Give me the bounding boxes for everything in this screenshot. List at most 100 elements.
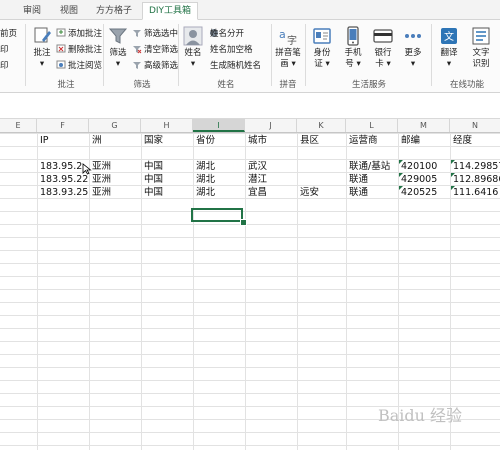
advanced-filter-button[interactable]: 高级筛选 <box>144 59 178 71</box>
table-cell[interactable] <box>298 173 347 186</box>
column-header[interactable]: K <box>297 119 346 132</box>
add-space-name-button[interactable]: 姓名加空格 <box>210 43 253 55</box>
column-header[interactable]: M <box>398 119 450 132</box>
header-cell-city[interactable]: 城市 <box>246 134 298 147</box>
id-card-label: 身份 <box>313 48 331 58</box>
header-cell-postcode[interactable]: 邮编 <box>399 134 451 147</box>
ribbon-partial-item[interactable]: 印 <box>0 43 9 55</box>
split-name-button[interactable]: 姓名分开 <box>210 27 244 39</box>
table-cell[interactable]: 联通 <box>347 173 399 186</box>
watermark-logo: Baidu 经验 <box>378 406 463 425</box>
tab-diy-toolbox[interactable]: DIY工具箱 <box>142 2 198 20</box>
table-cell[interactable]: 中国 <box>142 173 194 186</box>
delete-comment-button[interactable]: 删除批注 <box>68 43 102 55</box>
bank-card-button[interactable]: 银行 卡 ▾ <box>370 26 396 70</box>
svg-text:a: a <box>279 28 286 41</box>
column-header[interactable]: G <box>89 119 141 132</box>
group-divider <box>25 24 26 86</box>
table-cell[interactable]: 183.93.25 <box>38 186 90 199</box>
header-cell-ip[interactable]: IP <box>38 134 90 147</box>
active-cell-selection[interactable] <box>191 208 243 222</box>
translate-button[interactable]: 文 翻译 ▾ <box>436 26 462 70</box>
header-cell-longitude[interactable]: 经度 <box>451 134 500 147</box>
tab-fangfang[interactable]: 方方格子 <box>92 3 136 19</box>
table-cell[interactable]: 亚洲 <box>90 160 142 173</box>
number-as-text-indicator <box>399 173 403 177</box>
phone-button[interactable]: 手机 号 ▾ <box>340 26 366 70</box>
comment-button[interactable]: 批注 ▾ <box>30 26 54 70</box>
mouse-cursor-icon <box>82 163 92 175</box>
group-divider <box>431 24 432 86</box>
more-label: 更多 <box>404 48 422 58</box>
table-cell[interactable]: 潜江 <box>246 173 298 186</box>
header-cell-district[interactable]: 县区 <box>298 134 347 147</box>
table-cell[interactable]: 112.896866 <box>451 173 500 186</box>
column-header[interactable]: L <box>346 119 398 132</box>
table-cell[interactable]: 亚洲 <box>90 173 142 186</box>
add-comment-icon <box>56 28 66 37</box>
fill-handle[interactable] <box>240 219 247 226</box>
ribbon-tab-bar: 审阅 视图 方方格子 DIY工具箱 <box>0 0 500 20</box>
ocr-button[interactable]: 文字 识别 <box>467 26 495 70</box>
chevron-down-icon: ▾ <box>386 59 391 69</box>
table-cell[interactable]: 湖北 <box>194 160 246 173</box>
header-cell-continent[interactable]: 洲 <box>90 134 142 147</box>
ocr-label: 文字 <box>472 48 490 58</box>
view-comments-button[interactable]: 批注阅览 <box>68 59 102 71</box>
phone-label: 手机 <box>344 48 362 58</box>
header-cell-country[interactable]: 国家 <box>142 134 194 147</box>
chevron-down-icon: ▾ <box>190 59 196 69</box>
id-card-button[interactable]: 身份 证 ▾ <box>309 26 335 70</box>
bank-card-icon <box>373 29 393 43</box>
header-cell-isp[interactable]: 运营商 <box>347 134 399 147</box>
group-label-comment: 批注 <box>57 80 75 90</box>
delete-comment-icon <box>56 44 66 53</box>
filter-icon <box>108 28 128 44</box>
filter-selected-button[interactable]: 筛选选中 <box>144 27 178 39</box>
table-cell[interactable]: 中国 <box>142 160 194 173</box>
column-header[interactable]: J <box>245 119 297 132</box>
table-cell[interactable]: 宜昌 <box>246 186 298 199</box>
ribbon-partial-item[interactable]: 前页 <box>0 27 17 39</box>
column-header[interactable]: N <box>450 119 500 132</box>
translate-label: 翻译 <box>440 48 458 58</box>
clear-filter-button[interactable]: 清空筛选 <box>144 43 178 55</box>
tab-review[interactable]: 审阅 <box>18 3 46 19</box>
table-cell[interactable]: 中国 <box>142 186 194 199</box>
chevron-down-icon: ▾ <box>410 59 416 69</box>
person-icon <box>183 26 203 46</box>
header-cell-province[interactable]: 省份 <box>194 134 246 147</box>
view-comment-icon <box>56 60 66 69</box>
table-cell[interactable]: 114.29857 <box>451 160 500 173</box>
table-cell[interactable]: 420100 <box>399 160 451 173</box>
pinyin-stroke-button[interactable]: a 字 拼音笔 画 ▾ <box>274 26 302 70</box>
table-cell[interactable]: 429005 <box>399 173 451 186</box>
formula-bar-area <box>0 93 500 119</box>
table-cell[interactable]: 武汉 <box>246 160 298 173</box>
column-header[interactable]: E <box>0 119 37 132</box>
add-comment-button[interactable]: 添加批注 <box>68 27 102 39</box>
table-cell[interactable]: 联通 <box>347 186 399 199</box>
table-cell[interactable] <box>298 160 347 173</box>
group-divider <box>271 24 272 86</box>
random-name-button[interactable]: 生成随机姓名 <box>210 59 261 71</box>
comment-button-label: 批注 <box>33 48 51 58</box>
column-header[interactable]: H <box>141 119 193 132</box>
name-button[interactable]: 姓名 ▾ <box>181 26 205 70</box>
group-divider <box>305 24 306 86</box>
table-cell[interactable]: 联通/基站 <box>347 160 399 173</box>
id-card-label-2: 证 <box>314 59 323 69</box>
table-cell[interactable]: 湖北 <box>194 186 246 199</box>
column-header-selected[interactable]: I <box>193 119 245 132</box>
chevron-down-icon: ▾ <box>325 59 330 69</box>
table-cell[interactable]: 亚洲 <box>90 186 142 199</box>
ribbon-partial-item[interactable]: 印 <box>0 59 9 71</box>
table-cell[interactable]: 远安 <box>298 186 347 199</box>
filter-button[interactable]: 筛选 ▾ <box>106 26 130 70</box>
table-cell[interactable]: 湖北 <box>194 173 246 186</box>
table-cell[interactable]: 420525 <box>399 186 451 199</box>
table-cell[interactable]: 111.6416 <box>451 186 500 199</box>
column-header[interactable]: F <box>37 119 89 132</box>
more-button[interactable]: 更多 ▾ <box>399 26 427 70</box>
tab-view[interactable]: 视图 <box>55 3 83 19</box>
